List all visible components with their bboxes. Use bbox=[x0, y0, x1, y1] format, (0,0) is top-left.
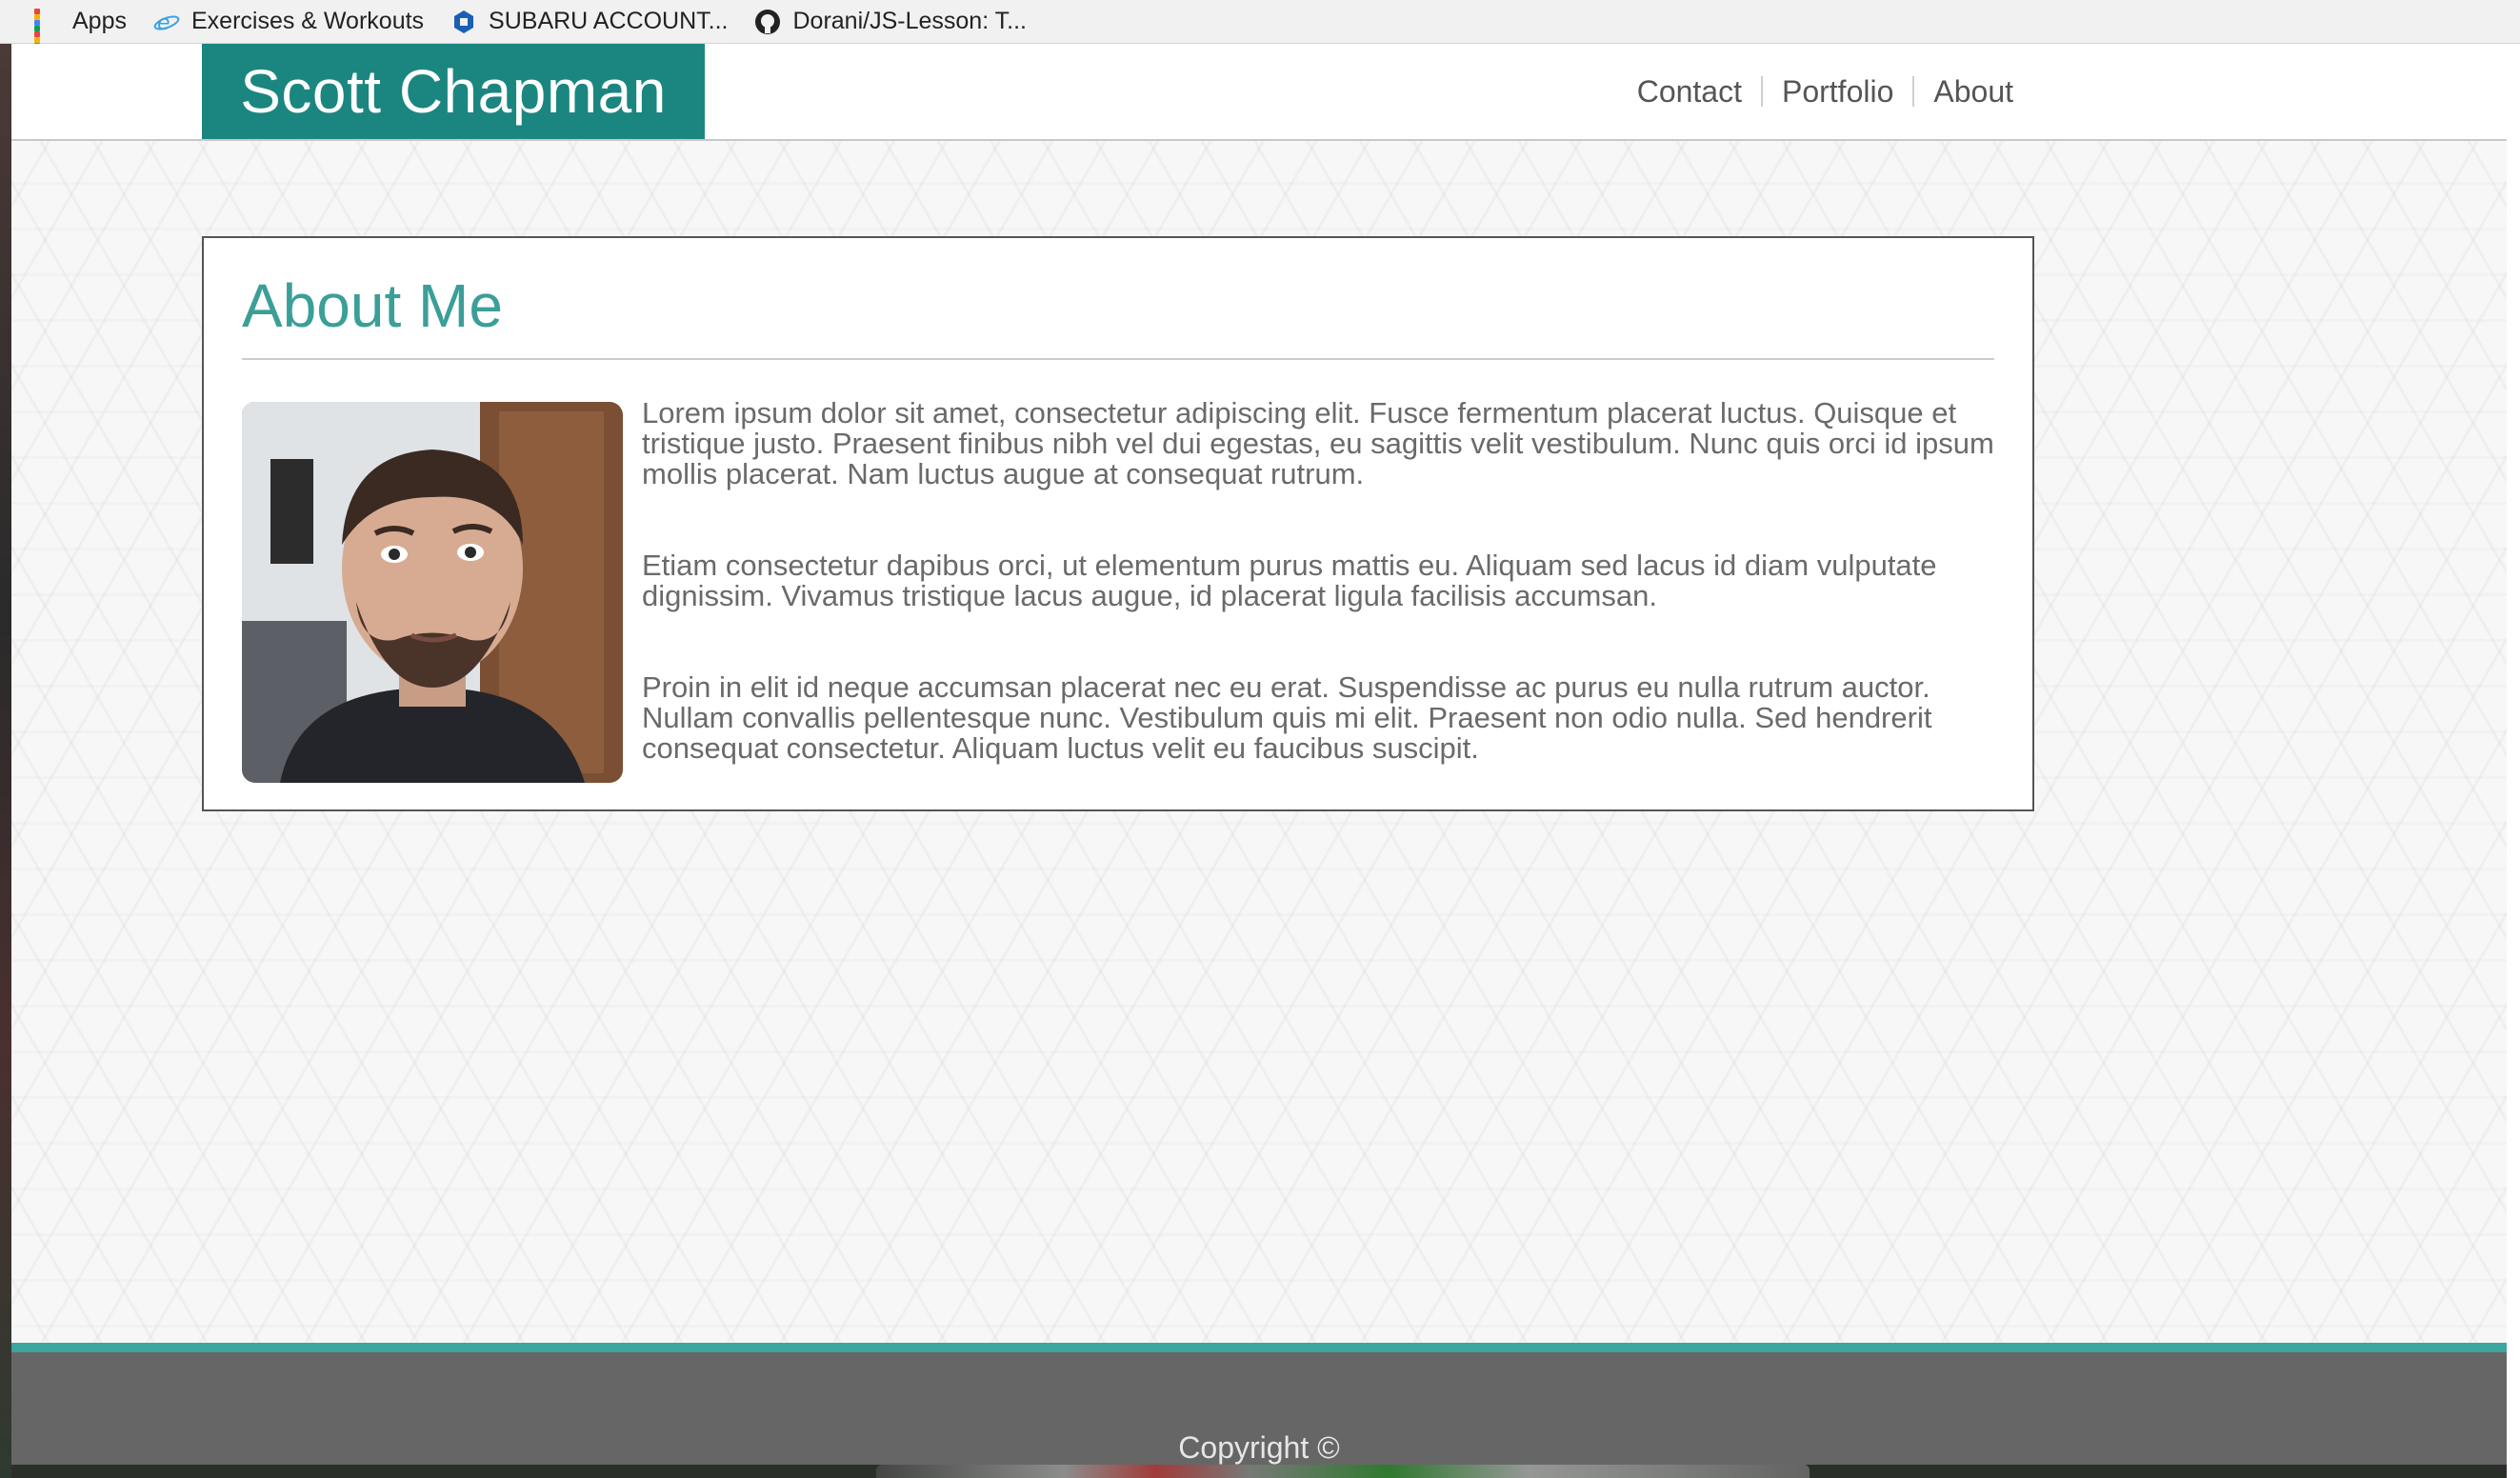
bookmark-label: Apps bbox=[72, 8, 127, 34]
about-paragraph: Lorem ipsum dolor sit amet, consectetur … bbox=[642, 396, 1994, 490]
desktop-edge-right bbox=[2507, 44, 2520, 1478]
title-divider bbox=[242, 358, 1994, 360]
main-nav: Contact Portfolio About bbox=[1618, 72, 2032, 110]
bookmark-label: Exercises & Workouts bbox=[190, 8, 425, 34]
nav-portfolio[interactable]: Portfolio bbox=[1763, 72, 1912, 110]
profile-photo bbox=[242, 402, 623, 783]
desktop-edge-left bbox=[0, 44, 11, 1478]
site-footer: Copyright © bbox=[11, 1343, 2507, 1465]
brand-logo[interactable]: Scott Chapman bbox=[202, 44, 705, 139]
page-title: About Me bbox=[242, 271, 503, 340]
dock-edge bbox=[876, 1465, 1810, 1478]
about-card: About Me Lorem ipsum dolor sit amet, con… bbox=[202, 236, 2034, 811]
svg-text:e: e bbox=[157, 11, 170, 35]
bookmark-exercises[interactable]: e Exercises & Workouts bbox=[153, 8, 424, 35]
page-viewport: Scott Chapman Contact Portfolio About Ab… bbox=[11, 44, 2507, 1465]
about-text: Lorem ipsum dolor sit amet, consectetur … bbox=[642, 398, 2004, 825]
apps-grid-icon bbox=[34, 8, 61, 60]
site-header: Scott Chapman Contact Portfolio About bbox=[11, 44, 2507, 141]
nav-about[interactable]: About bbox=[1914, 72, 2032, 110]
github-icon bbox=[754, 9, 781, 35]
about-paragraph: Etiam consectetur dapibus orci, ut eleme… bbox=[642, 549, 1937, 612]
ie-icon: e bbox=[153, 9, 180, 35]
bookmark-label: SUBARU ACCOUNT... bbox=[489, 8, 729, 34]
bookmarks-bar: Apps e Exercises & Workouts SUBARU ACCOU… bbox=[0, 0, 2520, 60]
copyright-text: Copyright © bbox=[1178, 1430, 1340, 1465]
bookmark-github[interactable]: Dorani/JS-Lesson: T... bbox=[754, 8, 1027, 35]
chase-icon bbox=[450, 9, 477, 35]
bookmark-label: Dorani/JS-Lesson: T... bbox=[792, 8, 1027, 34]
about-paragraph: Proin in elit id neque accumsan placerat… bbox=[642, 670, 1932, 765]
bookmark-apps[interactable]: Apps bbox=[34, 8, 127, 60]
bookmark-subaru[interactable]: SUBARU ACCOUNT... bbox=[450, 8, 728, 35]
nav-contact[interactable]: Contact bbox=[1618, 72, 1761, 110]
